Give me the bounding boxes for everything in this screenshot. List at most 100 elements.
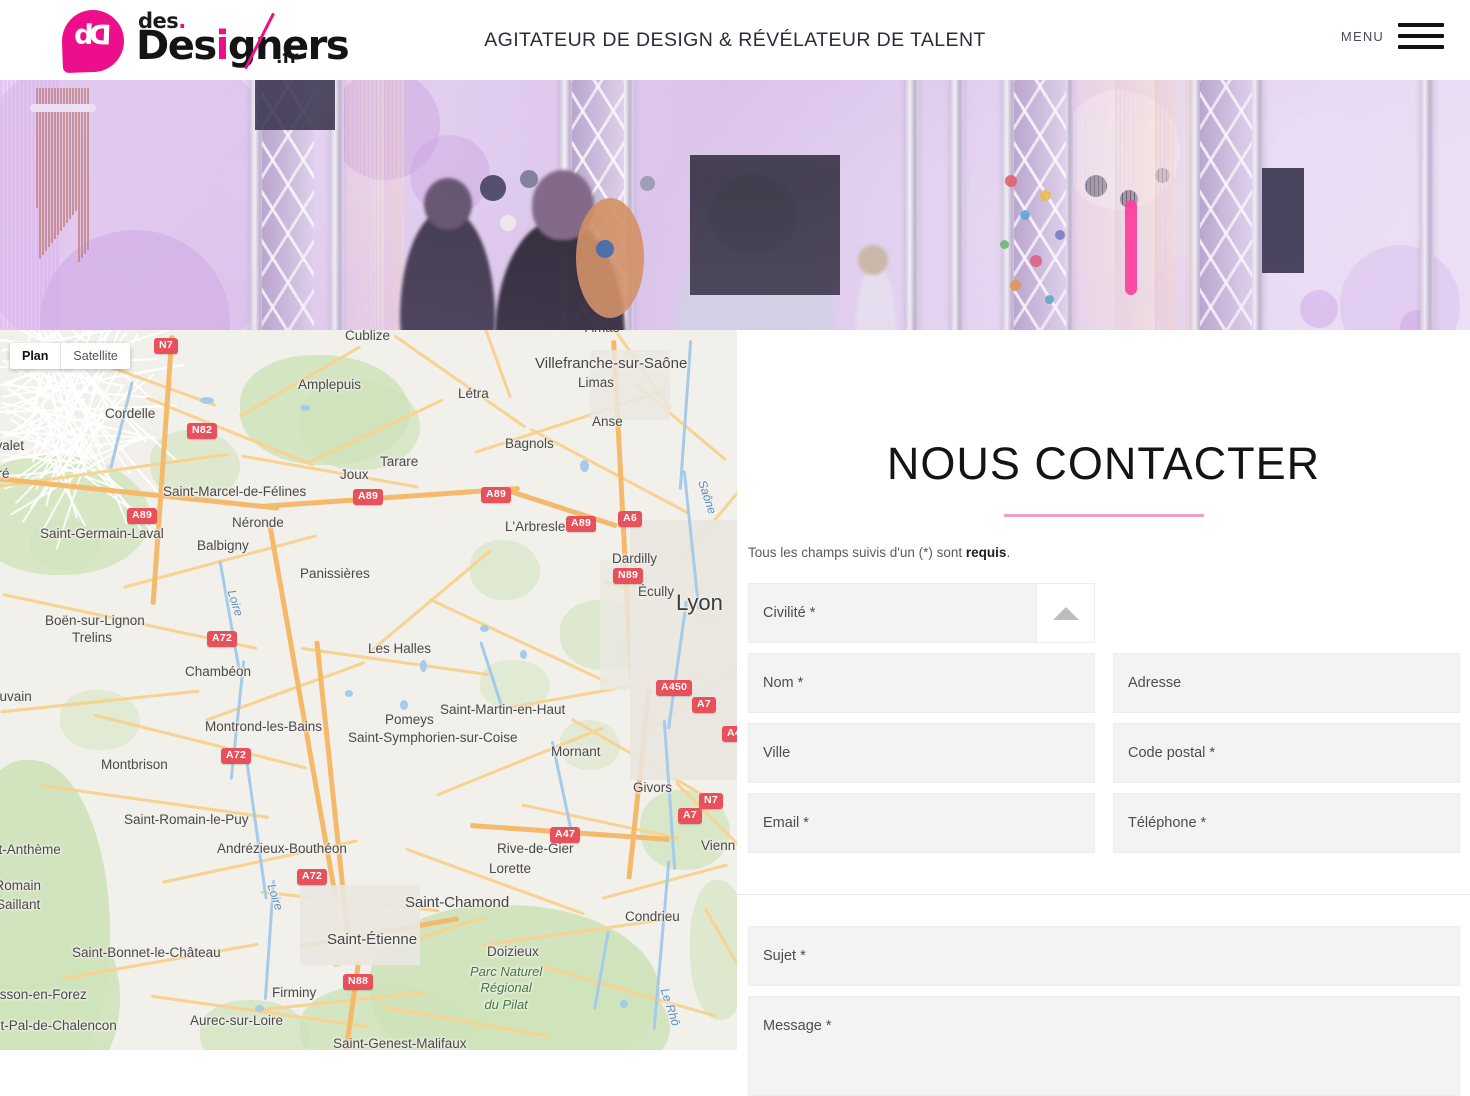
map-place-label: Boën-sur-Lignon (45, 613, 145, 628)
map-place-label: Rive-de-Gier (497, 841, 574, 856)
map-road-shield: A89 (127, 508, 158, 525)
map-place-label: Panissières (300, 566, 370, 581)
map-place-label: Limas (578, 375, 615, 390)
map-road-shield: A4 (722, 726, 737, 743)
map-road-shield: A450 (656, 680, 693, 697)
site-tagline: AGITATEUR DE DESIGN & RÉVÉLATEUR DE TALE… (484, 29, 986, 51)
map-road-shield: A72 (221, 748, 252, 765)
nom-input[interactable]: Nom * (748, 653, 1095, 713)
menu-label: MENU (1340, 28, 1384, 44)
caret-up-icon (1052, 606, 1079, 620)
map-place-label: Amas (585, 330, 620, 335)
map-place-label: Néronde (232, 515, 284, 530)
map-place-label: -Romain (0, 878, 42, 893)
map-road-shield: A47 (550, 827, 581, 844)
site-header: dD des. Designers .fr AGITATEUR DE DESIG… (0, 0, 1470, 80)
map-type-toggle[interactable]: Plan Satellite (10, 343, 130, 369)
map-place-label: Chambéon (185, 664, 252, 679)
map-place-label: Andrézieux-Bouthéon (217, 841, 347, 856)
map-place-label: Aurec-sur-Loire (190, 1013, 284, 1028)
map-place-label: Vienn (701, 838, 736, 853)
ville-input[interactable]: Ville (748, 723, 1095, 783)
map-place-label: Saint-Marcel-de-Félines (163, 484, 307, 499)
map-road-shield: A6 (618, 511, 643, 528)
form-row-ville-cp: Ville Code postal * (748, 723, 1460, 783)
map-place-label: auvain (0, 689, 32, 704)
message-textarea[interactable]: Message * (748, 996, 1460, 1096)
note-text-before: Tous les champs suivis d'un (*) sont (748, 545, 966, 560)
map-road-shield: N89 (613, 568, 644, 585)
map-place-label: Saint-Germain-Laval (40, 526, 164, 541)
sujet-input[interactable]: Sujet * (748, 926, 1460, 986)
form-row-civilite: Civilité * (748, 583, 1460, 643)
map-place-label: Saillant (0, 897, 41, 912)
required-fields-note: Tous les champs suivis d'un (*) sont req… (748, 545, 1010, 560)
map-place-label: Amplepuis (298, 377, 362, 392)
location-map[interactable]: Cublize Amas Villefranche-sur-Saône Limas Am… (0, 330, 737, 1050)
map-place-label: Montbrison (101, 757, 168, 772)
map-type-plan[interactable]: Plan (10, 343, 60, 369)
hamburger-icon[interactable] (1398, 23, 1444, 49)
map-road-shield: A89 (481, 487, 512, 504)
hamburger-bar (1398, 34, 1444, 38)
civilite-select[interactable]: Civilité * (748, 583, 1095, 643)
map-road-shield: N82 (187, 423, 218, 440)
map-place-label: Givors (633, 780, 673, 795)
map-place-label: Saint-Martin-en-Haut (440, 702, 566, 717)
map-place-label: int-Pal-de-Chalencon (0, 1018, 117, 1033)
map-place-label: L'Arbresle (505, 519, 566, 534)
map-place-label: Mornant (551, 744, 601, 759)
map-place-label: Létra (458, 386, 489, 401)
page-title: NOUS CONTACTER (886, 438, 1321, 489)
map-place-label: Villefranche-sur-Saône (535, 355, 688, 372)
map-place-label: Écully (638, 584, 675, 599)
form-row-nom-adresse: Nom * Adresse (748, 653, 1460, 713)
hamburger-bar (1398, 23, 1444, 27)
map-place-label: Balbigny (197, 538, 249, 553)
contact-form-message-section: Sujet * Message * (748, 926, 1460, 1096)
map-road-shield: N88 (343, 974, 374, 991)
map-place-label: Condrieu (625, 909, 680, 924)
menu-toggle[interactable]: MENU (1341, 23, 1444, 49)
hero-overlay (0, 80, 1470, 330)
civilite-dropdown-button[interactable] (1036, 583, 1095, 643)
civilite-value[interactable]: Civilité * (748, 583, 1036, 643)
map-road-shield: A72 (207, 631, 238, 648)
contact-panel: NOUS CONTACTER Tous les champs suivis d'… (737, 330, 1470, 1096)
map-place-label: Saint-Symphorien-sur-Coise (348, 730, 518, 745)
map-place-label: Bagnols (505, 436, 554, 451)
map-road-shield: A89 (566, 516, 597, 533)
map-place-label: Saint-Genest-Malifaux (333, 1036, 467, 1050)
map-place-label: Saint-Chamond (405, 894, 510, 911)
map-place-label: Doizieux (487, 944, 539, 959)
map-place-label: Les Halles (368, 641, 432, 656)
form-section-divider (737, 894, 1470, 895)
map-road-shield: A89 (353, 489, 384, 506)
map-place-label: uré (0, 466, 10, 481)
map-type-satellite[interactable]: Satellite (61, 343, 129, 369)
hero-banner[interactable] (0, 80, 1470, 330)
email-input[interactable]: Email * (748, 793, 1095, 853)
map-place-label: Montrond-les-Bains (205, 719, 323, 734)
map-place-label: Saint-Bonnet-le-Château (72, 945, 221, 960)
hamburger-bar (1398, 45, 1444, 49)
map-park-label: Parc Naturel Régional du Pilat (470, 964, 543, 1012)
form-row-email-tel: Email * Téléphone * (748, 793, 1460, 853)
map-road-shield: A7 (692, 697, 717, 714)
map-place-label: Trelins (72, 630, 113, 645)
map-place-label: Saint-Étienne (327, 931, 418, 948)
code-postal-input[interactable]: Code postal * (1113, 723, 1460, 783)
note-text-bold: requis (965, 545, 1007, 560)
map-road-shield: A7 (678, 808, 703, 825)
map-place-label: Usson-en-Forez (0, 987, 87, 1002)
note-text-after: . (1006, 545, 1011, 560)
map-place-label: Lorette (489, 861, 532, 876)
map-place-label: Anse (592, 414, 623, 429)
map-place-label: evalet (0, 438, 25, 453)
map-place-label: Pomeys (385, 712, 434, 727)
map-place-label: Firminy (272, 985, 317, 1000)
map-road-shield: N7 (154, 338, 179, 355)
adresse-input[interactable]: Adresse (1113, 653, 1460, 713)
map-place-label: Dardilly (612, 551, 658, 566)
telephone-input[interactable]: Téléphone * (1113, 793, 1460, 853)
